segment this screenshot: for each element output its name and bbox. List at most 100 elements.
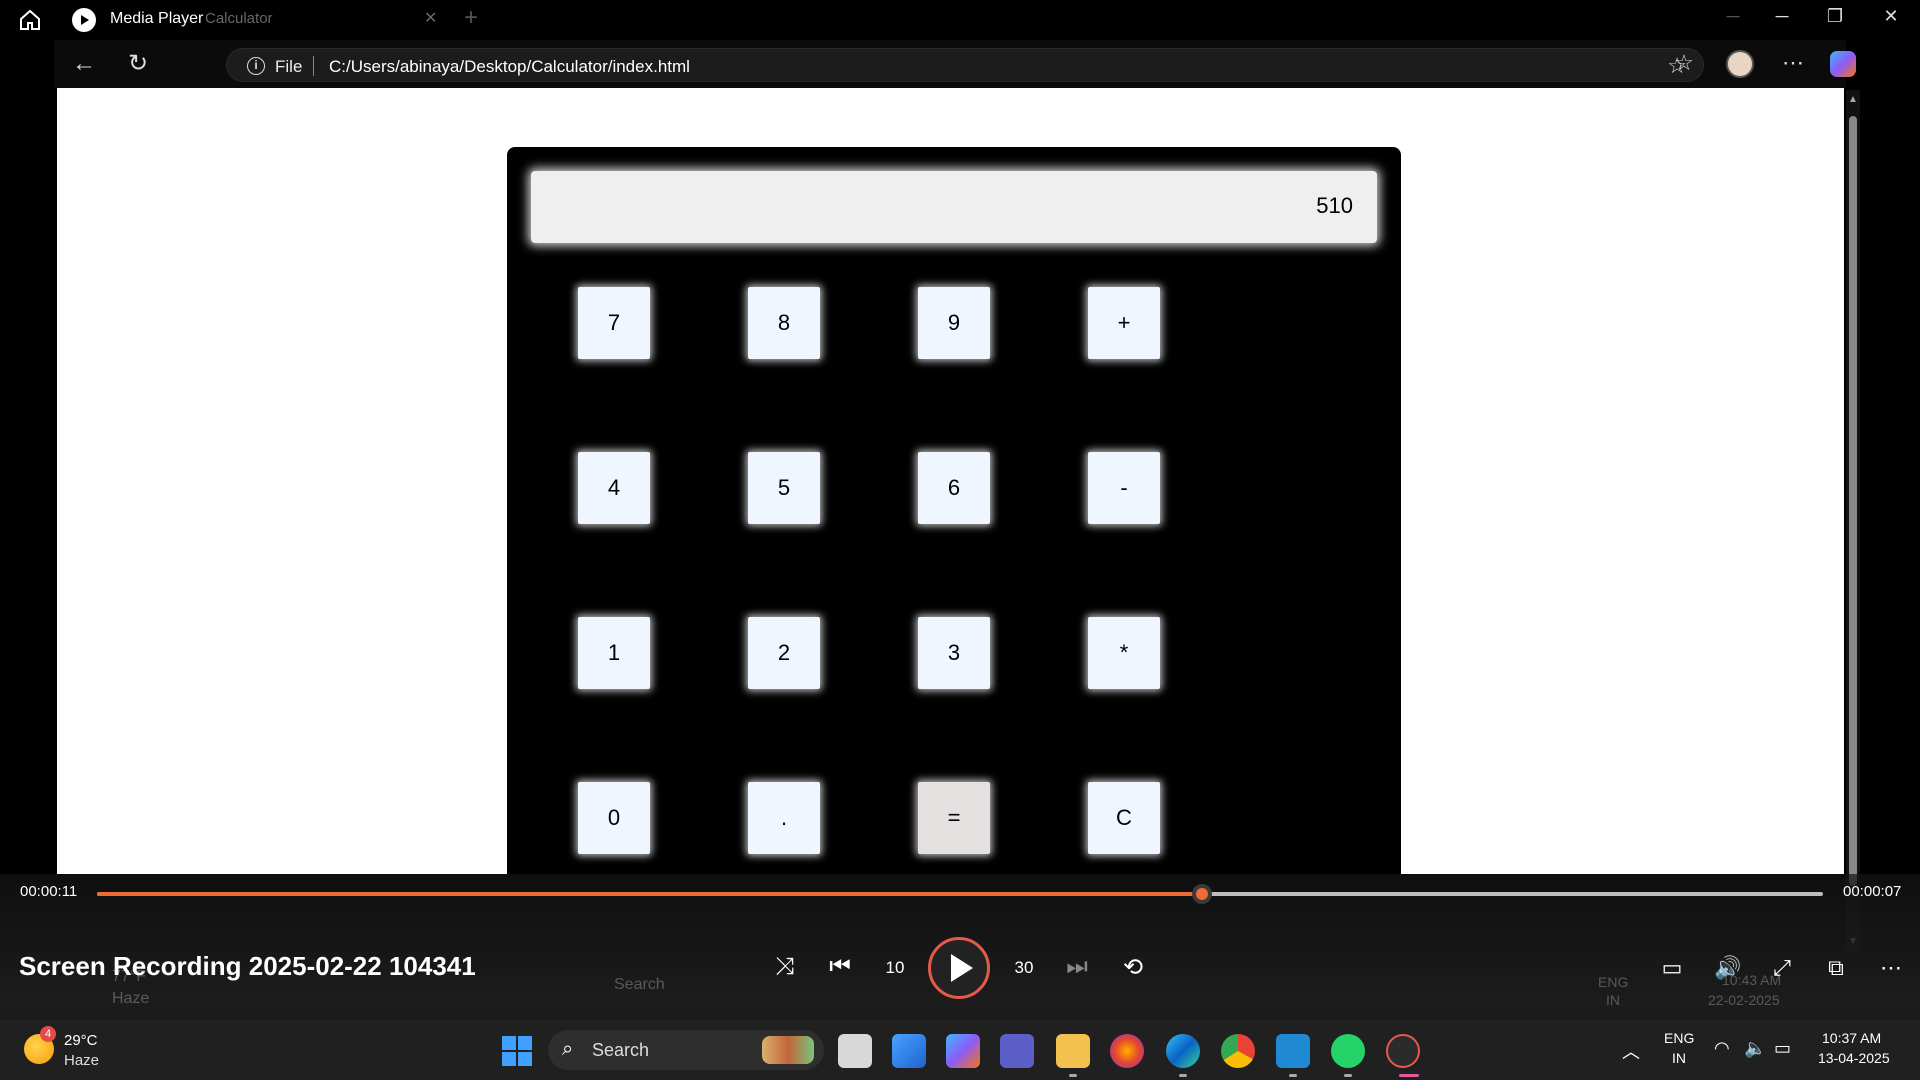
ghost-new-tab-icon: + [464, 4, 479, 31]
weather-cond: Haze [64, 1052, 100, 1069]
calc-key[interactable]: 1 [578, 617, 650, 689]
calc-key[interactable]: 6 [918, 452, 990, 524]
previous-icon[interactable]: ⏮ [822, 953, 858, 981]
address-separator [313, 56, 314, 76]
media-player-titlebar: Media Player Calculator ✕ + ─ ─ ❐ ✕ [0, 0, 1920, 40]
whatsapp-indicator [1344, 1074, 1352, 1077]
ghost-minimize-icon: ─ [1726, 6, 1740, 26]
forward-icon[interactable]: 30 [1006, 958, 1042, 978]
taskbar-search[interactable]: ⌕ Search [548, 1030, 824, 1070]
calc-key[interactable]: 9 [918, 287, 990, 359]
speaker-icon[interactable]: 🔈 [1744, 1038, 1766, 1059]
page-scrollbar[interactable]: ▲ ▼ [1846, 90, 1860, 950]
rewind-icon[interactable]: 10 [877, 958, 913, 978]
ghost-weather-cond: Haze [112, 990, 150, 1007]
lang-bottom[interactable]: IN [1672, 1050, 1686, 1066]
avatar[interactable] [1726, 50, 1754, 78]
weather-temp: 29°C [64, 1032, 98, 1049]
address-scheme: File [275, 57, 303, 76]
info-icon[interactable]: i [247, 57, 265, 75]
copilot-icon[interactable] [1830, 51, 1856, 77]
seek-thumb[interactable] [1192, 884, 1212, 904]
calc-key[interactable]: C [1088, 782, 1160, 854]
scroll-up-icon[interactable]: ▲ [1846, 94, 1860, 105]
shuffle-icon[interactable]: ⤨ [767, 953, 803, 981]
wifi-icon[interactable]: ◠ [1714, 1038, 1730, 1059]
chrome-icon[interactable] [1221, 1034, 1255, 1068]
media-title: Screen Recording 2025-02-22 104341 [19, 951, 476, 981]
ghost-search-label: Search [614, 976, 665, 993]
calc-key[interactable]: 5 [748, 452, 820, 524]
back-arrow-icon[interactable]: ← [70, 50, 98, 78]
seek-progress [97, 892, 1202, 896]
file-explorer-icon[interactable] [1056, 1034, 1090, 1068]
home-icon[interactable] [18, 8, 42, 32]
app-title: Media Player [110, 10, 204, 27]
browser-toolbar: ← ↻ i File C:/Users/abinaya/Desktop/Calc… [54, 40, 1856, 88]
play-button[interactable] [928, 937, 990, 999]
time-remaining: 00:00:07 [1843, 883, 1902, 900]
next-icon[interactable]: ⏭ [1059, 953, 1095, 981]
restore-icon[interactable]: ❐ [1820, 6, 1850, 27]
more-options-icon[interactable]: ⋯ [1874, 955, 1908, 981]
start-button[interactable] [502, 1036, 532, 1066]
ghost-date: 22-02-2025 [1708, 992, 1780, 1008]
battery-icon[interactable]: ▭ [1774, 1038, 1791, 1059]
media-player-logo-icon [72, 8, 96, 32]
address-bar[interactable]: i File C:/Users/abinaya/Desktop/Calculat… [226, 48, 1704, 82]
show-hidden-icons-icon[interactable]: ︿ [1622, 1038, 1640, 1064]
ghost-lang-bottom: IN [1606, 992, 1620, 1008]
repeat-icon[interactable]: ⟲ [1115, 953, 1151, 982]
lang-top[interactable]: ENG [1664, 1030, 1694, 1046]
calc-key[interactable]: 4 [578, 452, 650, 524]
calc-key[interactable]: 3 [918, 617, 990, 689]
search-icon: ⌕ [562, 1038, 574, 1060]
calc-key[interactable]: . [748, 782, 820, 854]
task-view-icon[interactable] [838, 1034, 872, 1068]
calc-key[interactable]: = [918, 782, 990, 854]
fullscreen-icon[interactable]: ⤢ [1765, 955, 1799, 981]
weather-badge: 4 [40, 1026, 56, 1042]
scroll-thumb[interactable] [1849, 116, 1857, 886]
screen: Media Player Calculator ✕ + ─ ─ ❐ ✕ ← ↻ … [0, 0, 1920, 1080]
clock-date[interactable]: 13-04-2025 [1818, 1050, 1890, 1066]
calculator: 510 7 8 9 +4 5 6 - 1 2 3 * 0. = C [507, 147, 1401, 874]
close-icon[interactable]: ✕ [1876, 6, 1906, 27]
page-viewport: 510 7 8 9 +4 5 6 - 1 2 3 * 0. = C [57, 88, 1844, 874]
mini-player-icon[interactable]: ⧉ [1819, 955, 1853, 981]
media-player-indicator [1399, 1074, 1419, 1077]
calc-key[interactable]: 8 [748, 287, 820, 359]
store-icon[interactable] [892, 1034, 926, 1068]
windows-taskbar: 4 29°C Haze ⌕ Search ︿ ENG IN ◠ 🔈 ▭ 10:3… [0, 1020, 1920, 1080]
volume-icon[interactable]: 🔊 [1711, 955, 1745, 981]
calc-key[interactable]: - [1088, 452, 1160, 524]
firefox-icon[interactable] [1110, 1034, 1144, 1068]
teams-icon[interactable] [1000, 1034, 1034, 1068]
seek-bar[interactable] [97, 884, 1823, 904]
search-highlight-icon [762, 1036, 814, 1064]
ghost-lang-top: ENG [1598, 974, 1629, 990]
favorites-icon[interactable]: ☆ [1669, 50, 1699, 76]
edge-indicator [1179, 1074, 1187, 1077]
minimize-icon[interactable]: ─ [1767, 6, 1797, 27]
display-value: 510 [1316, 193, 1353, 218]
more-icon[interactable]: ⋯ [1778, 50, 1808, 76]
calc-key[interactable]: 0 [578, 782, 650, 854]
calc-key[interactable]: 2 [748, 617, 820, 689]
media-player-taskbar-icon[interactable] [1386, 1034, 1420, 1068]
calc-key[interactable]: * [1088, 617, 1160, 689]
calc-key[interactable]: 7 [578, 287, 650, 359]
refresh-icon[interactable]: ↻ [124, 50, 152, 78]
copilot-app-icon[interactable] [946, 1034, 980, 1068]
calc-key[interactable]: + [1088, 287, 1160, 359]
vscode-icon[interactable] [1276, 1034, 1310, 1068]
address-url[interactable]: C:/Users/abinaya/Desktop/Calculator/inde… [329, 57, 690, 77]
calculator-display: 510 [531, 171, 1377, 243]
time-elapsed: 00:00:11 [20, 883, 78, 900]
vscode-indicator [1289, 1074, 1297, 1077]
edge-icon[interactable] [1166, 1034, 1200, 1068]
whatsapp-icon[interactable] [1331, 1034, 1365, 1068]
ghost-tab-title: Calculator [205, 10, 273, 27]
captions-icon[interactable]: ▭ [1655, 955, 1689, 981]
clock-time[interactable]: 10:37 AM [1822, 1030, 1881, 1046]
